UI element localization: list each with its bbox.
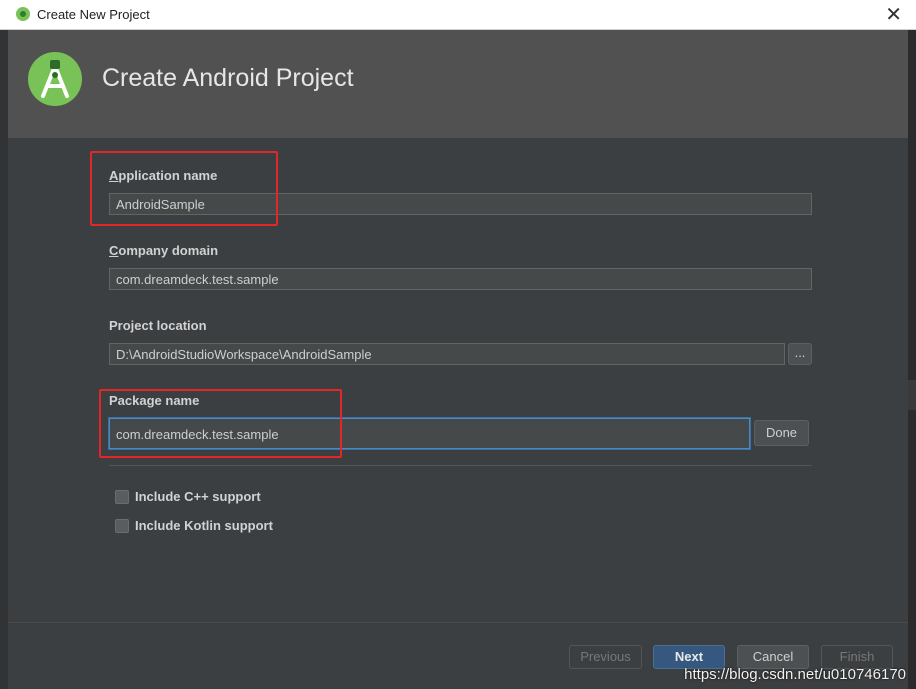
close-icon[interactable]: ✕ (885, 3, 902, 25)
company-domain-label-text: ompany domain (118, 243, 219, 258)
previous-button[interactable]: Previous (569, 645, 642, 669)
company-domain-label-mnemonic: C (109, 243, 119, 258)
company-domain-input[interactable]: com.dreamdeck.test.sample (109, 268, 812, 290)
include-kotlin-label: Include Kotlin support (135, 518, 273, 533)
annotation-box-package-name (99, 389, 342, 458)
company-domain-label: Company domain (109, 243, 218, 258)
browse-location-button[interactable]: ... (788, 343, 812, 365)
background-editor-edge (908, 380, 916, 410)
include-kotlin-checkbox[interactable] (115, 519, 129, 533)
include-cpp-checkbox[interactable] (115, 490, 129, 504)
dialog-header: Create Android Project (8, 30, 908, 138)
package-name-done-button[interactable]: Done (754, 420, 809, 446)
window-title: Create New Project (37, 7, 150, 22)
project-location-label: Project location (109, 318, 207, 333)
include-cpp-label: Include C++ support (135, 489, 261, 504)
project-location-input[interactable]: D:\AndroidStudioWorkspace\AndroidSample (109, 343, 785, 365)
annotation-box-application-name (90, 151, 278, 226)
window-titlebar: Create New Project ✕ (0, 0, 916, 30)
android-studio-app-icon (16, 7, 30, 21)
create-project-dialog: Create Android Project Application name … (8, 30, 908, 689)
options-divider (109, 465, 812, 466)
watermark-text: https://blog.csdn.net/u010746170 (684, 666, 906, 683)
page-title: Create Android Project (102, 64, 354, 92)
footer-divider (8, 622, 908, 623)
android-studio-logo-icon (28, 52, 82, 106)
